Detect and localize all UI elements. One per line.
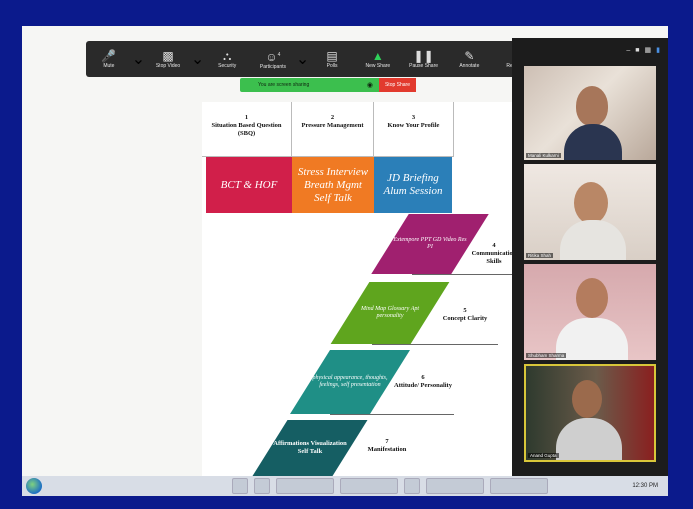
taskbar-window-button[interactable] bbox=[276, 478, 334, 494]
participant-body bbox=[556, 318, 628, 360]
slide-divider bbox=[412, 274, 516, 275]
mute-options-chevron-icon[interactable]: ⌄ bbox=[132, 49, 145, 69]
video-panel-header: – ■ ▦ ▮ bbox=[512, 38, 668, 62]
new-share-button[interactable]: ▲ New Share bbox=[355, 41, 401, 77]
participant-name: Shubham Sharma bbox=[526, 353, 567, 358]
slide-step-6-label: 6 Attitude/ Personality bbox=[394, 374, 452, 389]
video-camera-icon: ▩ bbox=[162, 49, 174, 63]
taskbar-app-icon[interactable] bbox=[254, 478, 270, 494]
slide-header-2: 2 Pressure Management bbox=[292, 102, 374, 157]
video-tile[interactable]: Ritika Shah bbox=[524, 164, 656, 260]
single-view-icon[interactable]: ■ bbox=[635, 47, 639, 54]
taskbar-window-button[interactable] bbox=[340, 478, 398, 494]
view-options-icon[interactable]: ◉ bbox=[367, 81, 373, 89]
slide-divider bbox=[372, 344, 498, 345]
participant-name: Ritika Shah bbox=[526, 253, 554, 258]
participant-face bbox=[574, 182, 608, 224]
slide-step-7-shape: Affirmations Visualization Self Talk bbox=[252, 420, 368, 476]
presentation-slide: 1 Situation Based Question (SBQ) 2 Press… bbox=[202, 102, 518, 476]
security-button[interactable]: ⛬ Security bbox=[204, 41, 250, 77]
screen-sharing-bar: You are screen sharing ◉ Stop Share bbox=[240, 78, 416, 92]
minimize-icon[interactable]: – bbox=[626, 47, 630, 54]
participant-body bbox=[564, 124, 622, 160]
video-tile-active-speaker[interactable]: Anand Gupta bbox=[524, 364, 656, 462]
participants-icon: ☺4 bbox=[265, 50, 281, 64]
pencil-icon: ✎ bbox=[464, 49, 475, 63]
slide-box-3: JD Briefing Alum Session bbox=[374, 157, 452, 213]
start-button-icon[interactable] bbox=[26, 478, 42, 494]
participant-body bbox=[556, 418, 622, 460]
stop-video-button[interactable]: ▩ Stop Video bbox=[145, 41, 191, 77]
participant-face bbox=[572, 380, 602, 418]
slide-step-7-label: 7 Manifestation bbox=[367, 438, 407, 453]
participant-name: Manali Kulkarni bbox=[526, 153, 561, 158]
video-gallery-panel: – ■ ▦ ▮ Manali Kulkarni Ritika Shah Shub… bbox=[512, 38, 668, 476]
participant-name: Anand Gupta bbox=[528, 453, 559, 458]
zoom-toolbar: 🎤 Mute ⌄ ▩ Stop Video ⌄ ⛬ Security ☺4 Pa… bbox=[86, 41, 538, 77]
slide-box-1: BCT & HOF bbox=[206, 157, 292, 213]
shield-icon: ⛬ bbox=[222, 49, 232, 63]
shared-screen: 🎤 Mute ⌄ ▩ Stop Video ⌄ ⛬ Security ☺4 Pa… bbox=[22, 26, 668, 476]
share-screen-icon: ▲ bbox=[371, 49, 384, 63]
pause-icon: ❚❚ bbox=[413, 49, 434, 63]
pause-share-button[interactable]: ❚❚ Pause Share bbox=[401, 41, 447, 77]
slide-step-4-label: 4 Communication Skills bbox=[471, 242, 517, 265]
taskbar-window-button[interactable] bbox=[490, 478, 548, 494]
mute-button[interactable]: 🎤 Mute bbox=[86, 41, 132, 77]
video-options-chevron-icon[interactable]: ⌄ bbox=[191, 49, 204, 69]
taskbar-app-icon[interactable] bbox=[232, 478, 248, 494]
gallery-view-icon[interactable]: ▦ bbox=[645, 46, 652, 54]
slide-step-5-label: 5 Concept Clarity bbox=[442, 307, 488, 322]
slide-header-3: 3 Know Your Profile bbox=[374, 102, 454, 157]
annotate-button[interactable]: ✎ Annotate bbox=[446, 41, 492, 77]
microphone-icon: 🎤 bbox=[101, 49, 117, 63]
polls-button[interactable]: ▤ Polls bbox=[309, 41, 355, 77]
speaker-view-icon[interactable]: ▮ bbox=[656, 46, 660, 54]
slide-divider bbox=[330, 414, 454, 415]
stop-share-button[interactable]: Stop Share bbox=[378, 78, 416, 92]
polls-icon: ▤ bbox=[326, 49, 338, 63]
screen-sharing-status: You are screen sharing bbox=[258, 82, 310, 88]
participants-options-chevron-icon[interactable]: ⌄ bbox=[296, 49, 309, 69]
participant-body bbox=[560, 220, 626, 260]
participants-button[interactable]: ☺4 Participants bbox=[250, 41, 296, 77]
taskbar-window-button[interactable] bbox=[426, 478, 484, 494]
windows-taskbar: 12:30 PM bbox=[22, 476, 668, 496]
participant-face bbox=[576, 278, 608, 318]
slide-header-1: 1 Situation Based Question (SBQ) bbox=[202, 102, 292, 157]
video-tile[interactable]: Shubham Sharma bbox=[524, 264, 656, 360]
slide-box-2: Stress Interview Breath Mgmt Self Talk bbox=[292, 157, 374, 213]
participant-face bbox=[576, 86, 608, 126]
video-tile[interactable]: Manali Kulkarni bbox=[524, 66, 656, 160]
taskbar-app-icon[interactable] bbox=[404, 478, 420, 494]
taskbar-clock: 12:30 PM bbox=[632, 483, 658, 489]
